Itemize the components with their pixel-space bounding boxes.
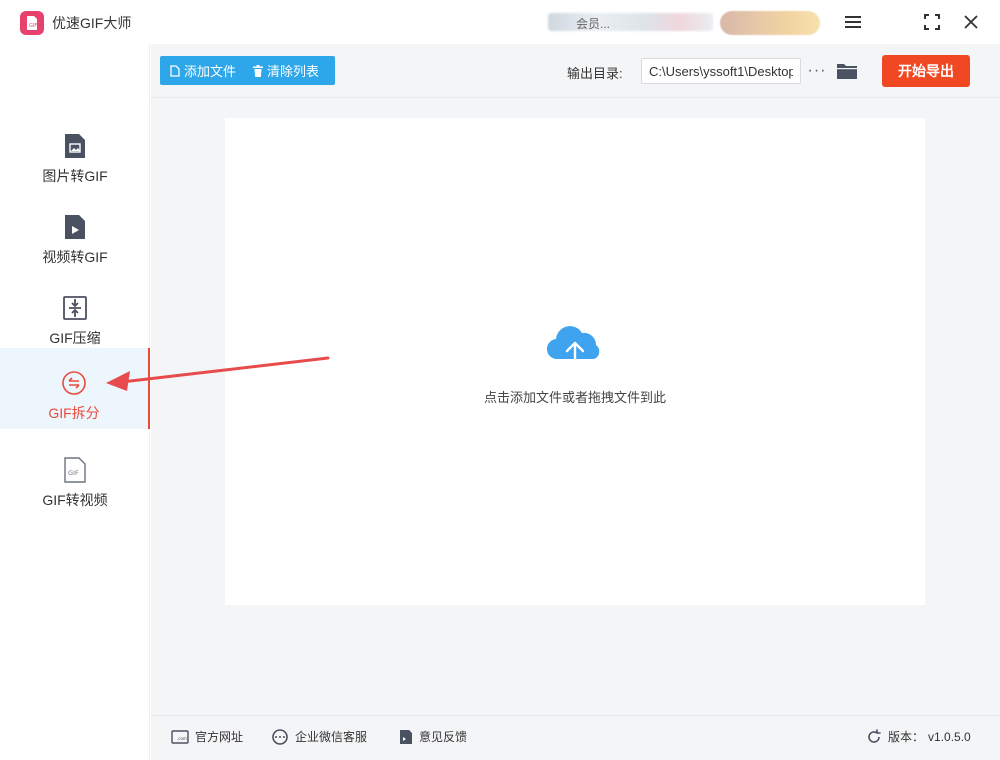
refresh-icon xyxy=(868,728,881,743)
sidebar-item-video-to-gif[interactable]: 视频转GIF xyxy=(0,192,150,273)
feedback-link[interactable]: 意见反馈 xyxy=(399,728,467,745)
trash-icon xyxy=(253,64,264,77)
svg-text:.com: .com xyxy=(177,736,187,741)
sidebar-item-label: 图片转GIF xyxy=(42,168,108,184)
wechat-label: 企业微信客服 xyxy=(295,730,368,744)
main-content: 添加文件 清除列表 输出目录: ··· 开始导出 点击添加文件或者拖拽文件到此 xyxy=(151,44,1000,715)
blurred-user-info xyxy=(548,13,713,31)
open-folder-button[interactable] xyxy=(835,59,859,83)
svg-text:GIF: GIF xyxy=(29,23,37,29)
footer: .com 官方网址 企业微信客服 意见反馈 版本： v1.0.5.0 xyxy=(151,715,1000,760)
sidebar-item-gif-to-video[interactable]: GIF GIF转视频 xyxy=(0,435,150,516)
svg-text:GIF: GIF xyxy=(68,469,79,477)
app-logo-icon: GIF xyxy=(20,11,44,35)
title-bar: GIF 优速GIF大师 会员... xyxy=(0,0,1000,44)
add-file-label: 添加文件 xyxy=(184,64,237,79)
file-button-group: 添加文件 清除列表 xyxy=(160,56,335,85)
feedback-label: 意见反馈 xyxy=(419,730,468,744)
split-icon xyxy=(61,370,87,396)
output-dir-label: 输出目录: xyxy=(567,66,623,81)
website-label: 官方网址 xyxy=(195,730,244,744)
user-account[interactable]: 会员... xyxy=(548,10,723,34)
app-title: 优速GIF大师 xyxy=(52,15,132,31)
more-options-button[interactable]: ··· xyxy=(807,58,827,84)
wechat-support-link[interactable]: 企业微信客服 xyxy=(271,728,367,745)
file-icon xyxy=(170,64,180,77)
file-drop-zone[interactable]: 点击添加文件或者拖拽文件到此 xyxy=(225,118,925,605)
sidebar: 图片转GIF 视频转GIF GIF压缩 GIF拆分 GIF GIF转视频 xyxy=(0,44,150,760)
maximize-button[interactable] xyxy=(919,10,945,34)
cloud-upload-icon xyxy=(546,326,600,375)
sidebar-item-label: GIF拆分 xyxy=(48,405,100,421)
sidebar-item-gif-compress[interactable]: GIF压缩 xyxy=(0,273,150,354)
website-icon: .com xyxy=(171,729,189,744)
video-file-icon xyxy=(62,214,88,240)
sidebar-item-label: 视频转GIF xyxy=(42,249,108,265)
version-number: v1.0.5.0 xyxy=(928,729,971,744)
version-info[interactable]: 版本： v1.0.5.0 xyxy=(866,728,971,745)
start-export-button[interactable]: 开始导出 xyxy=(882,55,970,87)
wechat-icon xyxy=(272,728,288,745)
sidebar-item-image-to-gif[interactable]: 图片转GIF xyxy=(0,111,150,192)
folder-icon xyxy=(837,64,857,79)
compress-icon xyxy=(62,295,88,321)
menu-button[interactable] xyxy=(840,10,866,34)
sidebar-item-label: GIF转视频 xyxy=(42,492,108,508)
hamburger-icon xyxy=(845,16,861,28)
clear-list-button[interactable]: 清除列表 xyxy=(243,56,326,85)
add-file-button[interactable]: 添加文件 xyxy=(160,56,243,85)
version-label: 版本： xyxy=(888,730,925,744)
user-label: 会员... xyxy=(576,17,611,31)
sidebar-item-gif-split[interactable]: GIF拆分 xyxy=(0,348,150,429)
toolbar: 添加文件 清除列表 输出目录: ··· 开始导出 xyxy=(151,44,1000,98)
sidebar-item-label: GIF压缩 xyxy=(49,330,101,346)
image-file-icon xyxy=(62,133,88,159)
output-dir-input[interactable] xyxy=(641,58,801,84)
gif-file-icon: GIF xyxy=(62,457,88,483)
close-icon xyxy=(964,15,978,29)
avatar[interactable] xyxy=(720,11,820,35)
clear-list-label: 清除列表 xyxy=(267,64,320,79)
official-website-link[interactable]: .com 官方网址 xyxy=(171,728,243,745)
drop-hint: 点击添加文件或者拖拽文件到此 xyxy=(483,390,666,405)
feedback-icon xyxy=(400,729,412,744)
maximize-icon xyxy=(924,14,940,30)
close-button[interactable] xyxy=(958,10,984,34)
